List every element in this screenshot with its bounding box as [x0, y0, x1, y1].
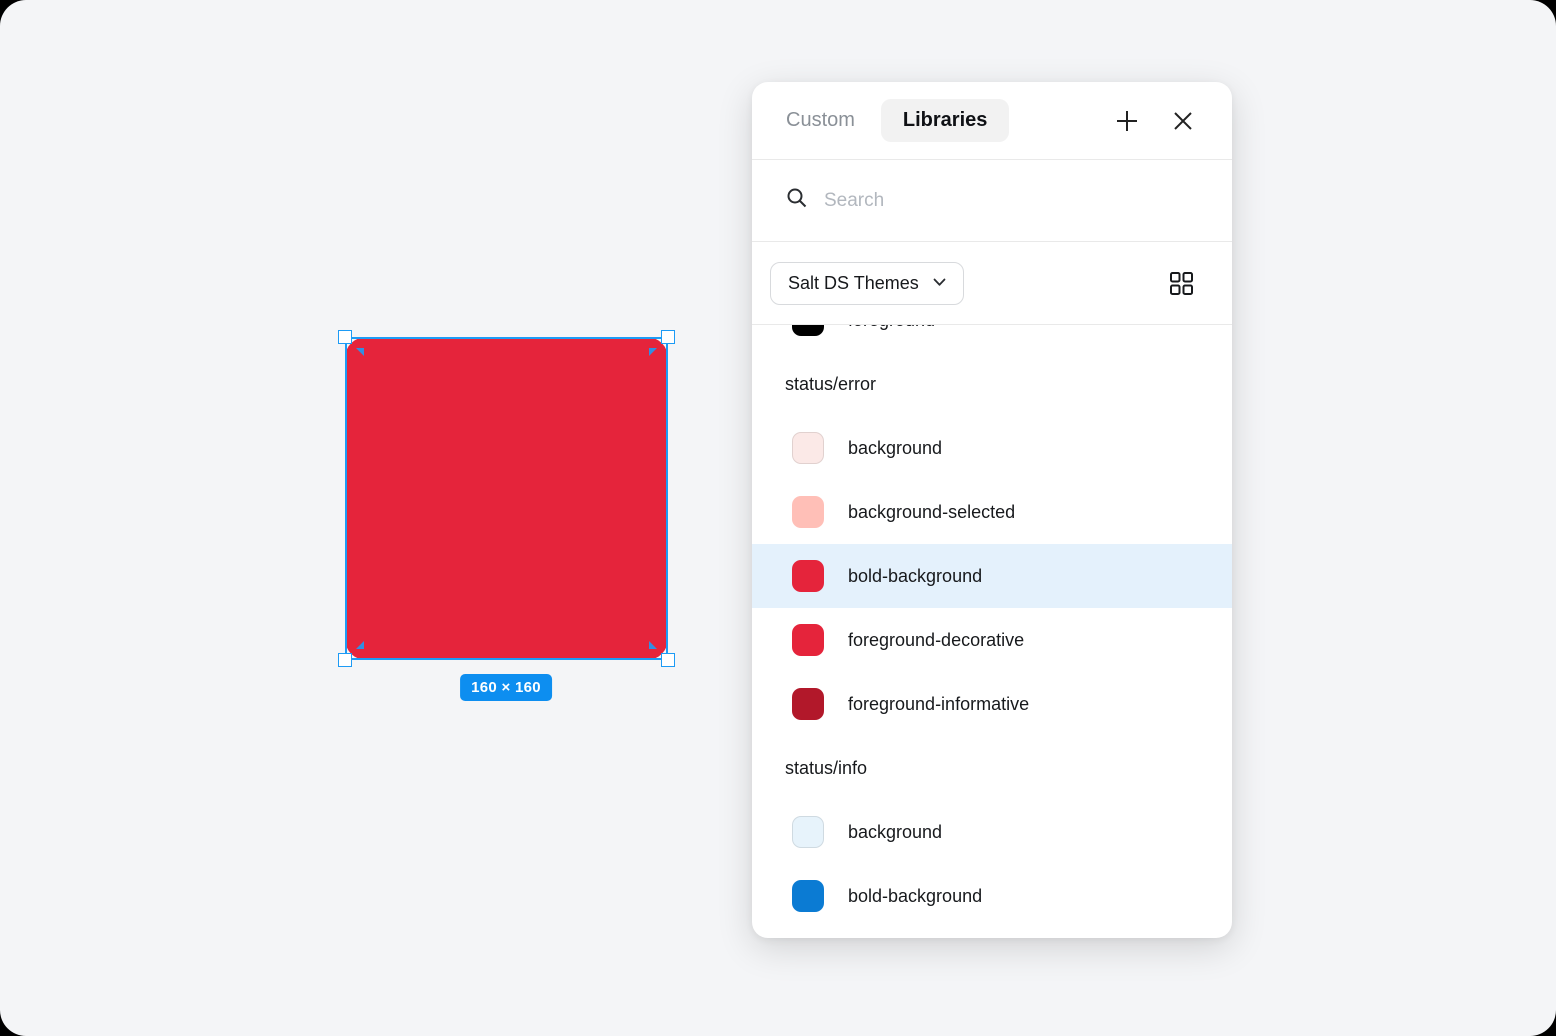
section-header: status/error: [785, 373, 877, 394]
color-swatch: [792, 560, 824, 592]
color-label: background: [848, 437, 943, 458]
tab-custom[interactable]: Custom: [786, 109, 855, 132]
color-swatch: [792, 325, 824, 336]
color-label: foreground-decorative: [848, 629, 1025, 650]
resize-handle-bottom-left[interactable]: [338, 653, 352, 667]
panel-header: Custom Libraries: [752, 82, 1232, 160]
selected-rectangle[interactable]: [345, 337, 668, 660]
color-swatch: [792, 432, 824, 464]
libraries-panel: Custom Libraries Salt DS Themes: [752, 82, 1232, 938]
library-selector-dropdown[interactable]: Salt DS Themes: [770, 261, 964, 305]
color-swatch: [792, 816, 824, 848]
color-swatch: [792, 688, 824, 720]
corner-radius-handle[interactable]: [356, 348, 364, 356]
plus-icon[interactable]: [1112, 106, 1142, 136]
resize-handle-top-left[interactable]: [338, 330, 352, 344]
color-list-content: foreground status/error background backgrou…: [752, 325, 1232, 928]
color-swatch: [792, 624, 824, 656]
color-list-item[interactable]: background: [752, 416, 1232, 480]
section-header: status/info: [785, 757, 868, 778]
resize-handle-top-right[interactable]: [661, 330, 675, 344]
library-toolbar: Salt DS Themes: [752, 242, 1232, 325]
color-list-item[interactable]: background: [752, 800, 1232, 864]
color-list-item[interactable]: foreground-informative: [752, 672, 1232, 736]
color-swatch: [792, 496, 824, 528]
color-list-item[interactable]: foreground: [752, 325, 1232, 352]
color-label: foreground-informative: [848, 693, 1030, 714]
color-list-item[interactable]: background-selected: [752, 480, 1232, 544]
resize-handle-bottom-right[interactable]: [661, 653, 675, 667]
library-selector-value: Salt DS Themes: [788, 272, 919, 293]
search-icon: [786, 187, 808, 214]
corner-radius-handle[interactable]: [649, 348, 657, 356]
color-list-item[interactable]: bold-background: [752, 864, 1232, 928]
search-bar: [752, 160, 1232, 242]
search-input[interactable]: [824, 189, 1198, 212]
color-label: background-selected: [848, 501, 1016, 522]
color-list-item[interactable]: foreground-decorative: [752, 608, 1232, 672]
color-swatch: [792, 880, 824, 912]
color-label: bold-background: [848, 885, 983, 906]
dimension-badge: 160 × 160: [460, 674, 552, 701]
grid-view-icon[interactable]: [1166, 268, 1196, 298]
color-label: background: [848, 821, 943, 842]
color-list: foreground status/error background backgrou…: [752, 325, 1232, 938]
close-icon[interactable]: [1168, 106, 1198, 136]
corner-radius-handle[interactable]: [356, 641, 364, 649]
tab-libraries[interactable]: Libraries: [880, 99, 1010, 142]
color-list-item[interactable]: bold-background: [752, 544, 1232, 608]
figma-canvas: 160 × 160 Custom Libraries Salt DS Theme…: [0, 0, 1556, 1036]
color-label: bold-background: [848, 565, 983, 586]
corner-radius-handle[interactable]: [649, 641, 657, 649]
chevron-down-icon: [933, 274, 946, 292]
color-label: foreground: [848, 325, 935, 331]
